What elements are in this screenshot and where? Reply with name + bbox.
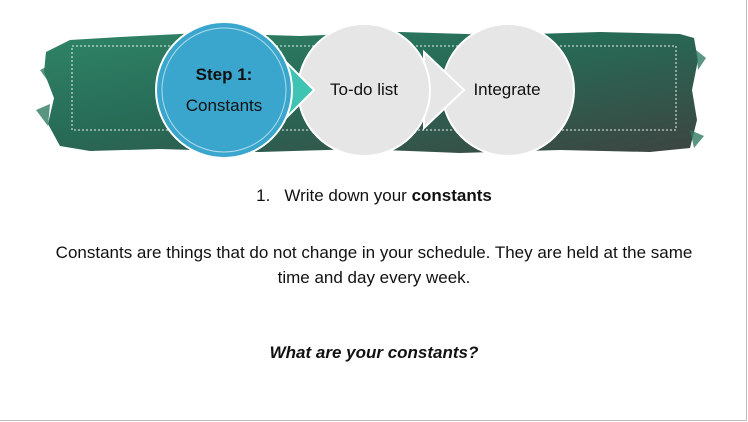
step-2-title: To-do list xyxy=(329,80,399,99)
slide: Step 1: Constants To-do list Integrate 1… xyxy=(0,0,747,421)
list-bold: constants xyxy=(411,186,492,205)
step-1-subtitle: Constants xyxy=(185,96,263,115)
constants-description: Constants are things that do not change … xyxy=(55,243,693,287)
list-text: Write down your xyxy=(284,186,412,205)
list-number: 1. xyxy=(256,186,271,205)
list-item-1: 1. Write down your constants xyxy=(0,186,746,206)
constants-question: What are your constants? xyxy=(269,343,479,362)
step-1-title: Step 1: xyxy=(195,65,253,84)
step-1-circle[interactable] xyxy=(155,21,293,159)
step-3-title: Integrate xyxy=(473,80,541,99)
